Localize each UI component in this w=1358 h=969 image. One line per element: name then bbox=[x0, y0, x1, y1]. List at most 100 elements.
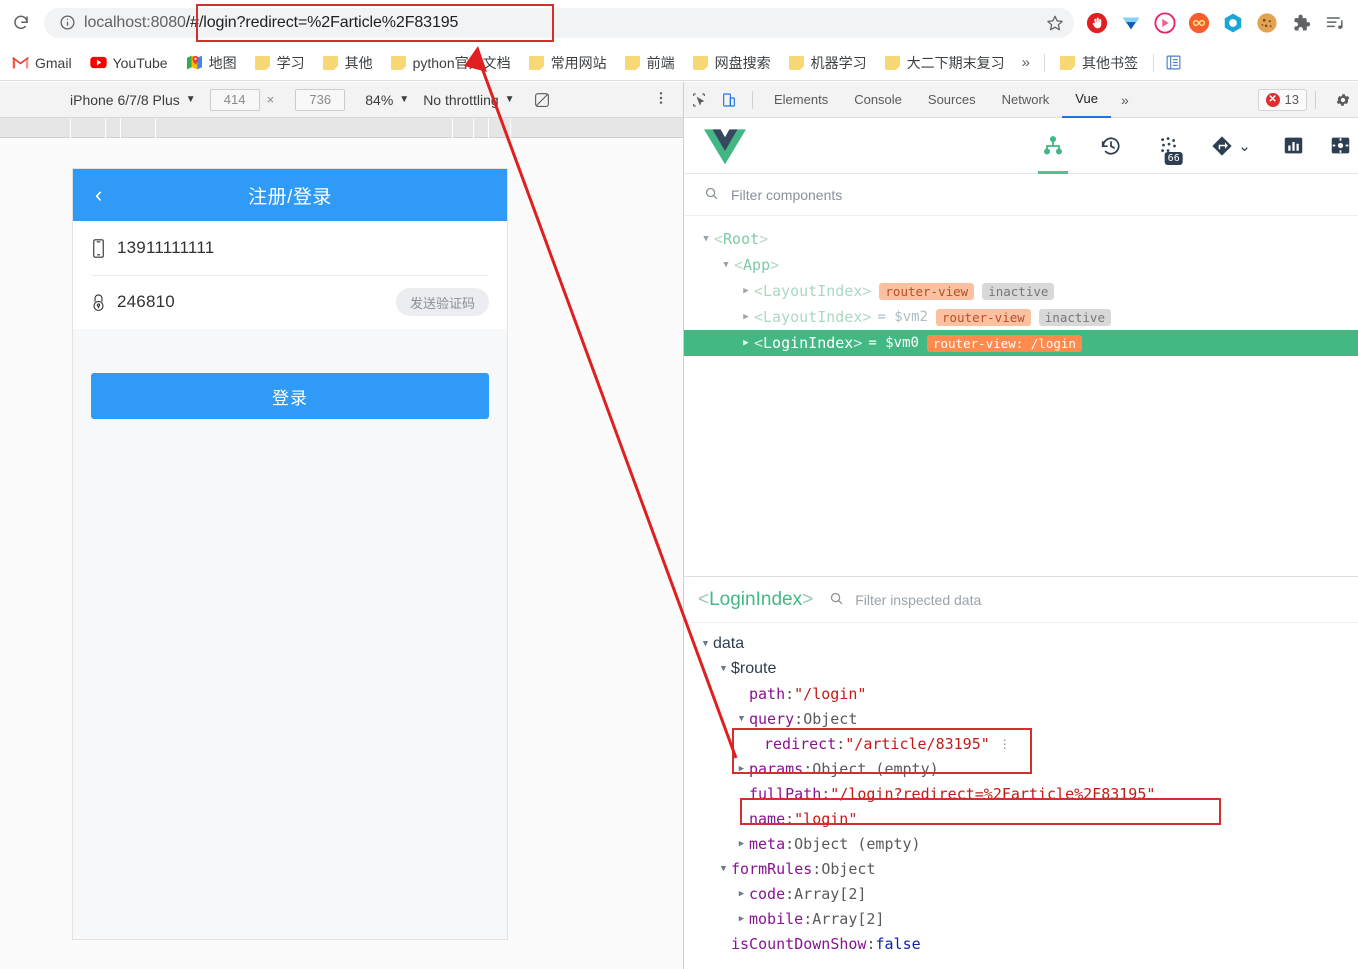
expand-arrow-icon[interactable]: ▼ bbox=[716, 864, 731, 874]
filter-components-row[interactable]: Filter components bbox=[684, 174, 1358, 216]
filter-inspected-data-input[interactable]: Filter inspected data bbox=[855, 592, 981, 608]
inspector-row-iscountdownshow[interactable]: isCountDownShow : false bbox=[684, 931, 1358, 956]
more-tabs-button[interactable]: » bbox=[1111, 92, 1139, 108]
bookmark-folder-common-sites[interactable]: 常用网站 bbox=[521, 50, 615, 76]
bookmark-folder-machine-learning[interactable]: 机器学习 bbox=[781, 50, 875, 76]
mobile-input-value[interactable]: 13911111111 bbox=[117, 238, 214, 258]
expand-arrow-icon[interactable]: ▶ bbox=[738, 312, 754, 322]
info-icon[interactable] bbox=[54, 14, 80, 31]
expand-arrow-icon[interactable]: ▶ bbox=[734, 839, 749, 849]
expand-arrow-icon[interactable]: ▶ bbox=[738, 338, 754, 348]
bookmark-folder-netdisk-search[interactable]: 网盘搜索 bbox=[685, 50, 779, 76]
events-icon[interactable]: 66 bbox=[1140, 118, 1198, 174]
tab-network[interactable]: Network bbox=[989, 82, 1063, 118]
timeline-history-icon[interactable] bbox=[1082, 118, 1140, 174]
reload-icon[interactable] bbox=[4, 6, 38, 40]
bookmark-manager-icon[interactable] bbox=[1160, 54, 1188, 71]
bookmark-folder-frontend[interactable]: 前端 bbox=[617, 50, 683, 76]
code-field-row[interactable]: 246810 发送验证码 bbox=[73, 275, 507, 329]
expand-arrow-icon[interactable]: ▶ bbox=[738, 286, 754, 296]
login-submit-button[interactable]: 登录 bbox=[91, 373, 489, 419]
inspector-row-data[interactable]: ▼ data bbox=[684, 631, 1358, 656]
page-body: 登录 bbox=[73, 357, 507, 939]
video-download-icon[interactable] bbox=[1150, 8, 1180, 38]
expand-arrow-icon[interactable]: ▶ bbox=[734, 889, 749, 899]
folder-icon bbox=[884, 55, 901, 70]
expand-arrow-icon[interactable]: ▼ bbox=[734, 714, 749, 724]
send-code-button[interactable]: 发送验证码 bbox=[395, 288, 489, 316]
components-tree-icon[interactable] bbox=[1024, 118, 1082, 174]
adblock-icon[interactable] bbox=[1082, 8, 1112, 38]
inspector-row-route[interactable]: ▼ $route bbox=[684, 656, 1358, 681]
tab-console[interactable]: Console bbox=[841, 82, 915, 118]
bookmark-folder-final-review[interactable]: 大二下期末复习 bbox=[877, 50, 1013, 76]
inspected-component-name: <LoginIndex> bbox=[698, 588, 814, 610]
expand-arrow-icon[interactable]: ▼ bbox=[718, 260, 734, 270]
tree-node-layoutindex-1[interactable]: ▶ <LayoutIndex> router-view inactive bbox=[684, 278, 1358, 304]
mobile-field-row[interactable]: 13911111111 bbox=[73, 221, 507, 275]
kebab-menu-icon[interactable]: ⋮ bbox=[999, 737, 1011, 751]
expand-arrow-icon[interactable]: ▼ bbox=[698, 639, 713, 649]
inspector-row-meta[interactable]: ▶ meta : Object (empty) bbox=[684, 831, 1358, 856]
routes-icon[interactable]: ⌄ bbox=[1198, 118, 1264, 174]
puzzle-extensions-icon[interactable] bbox=[1286, 8, 1316, 38]
inspector-row-fullpath[interactable]: fullPath : "/login?redirect=%2Farticle%2… bbox=[684, 781, 1358, 806]
inspector-row-mobile[interactable]: ▶ mobile : Array[2] bbox=[684, 906, 1358, 931]
hexagon-extension-icon[interactable] bbox=[1218, 8, 1248, 38]
tab-sources[interactable]: Sources bbox=[915, 82, 989, 118]
toggle-device-toolbar-icon[interactable] bbox=[714, 92, 744, 108]
bookmark-folder-other[interactable]: 其他 bbox=[315, 50, 381, 76]
filter-components-input[interactable]: Filter components bbox=[731, 187, 842, 203]
reading-list-icon[interactable] bbox=[1320, 8, 1350, 38]
inspect-element-icon[interactable] bbox=[684, 92, 714, 108]
inspector-row-params[interactable]: ▶ params : Object (empty) bbox=[684, 756, 1358, 781]
bookmark-star-icon[interactable] bbox=[1038, 8, 1072, 38]
inspector-row-name[interactable]: name : "login" bbox=[684, 806, 1358, 831]
bookmark-other-bookmarks[interactable]: 其他书签 bbox=[1052, 50, 1146, 76]
chevron-left-icon[interactable]: ‹ bbox=[95, 169, 102, 221]
code-input-value[interactable]: 246810 bbox=[117, 292, 175, 312]
bookmark-youtube[interactable]: YouTube bbox=[82, 50, 176, 76]
expand-arrow-icon[interactable]: ▼ bbox=[716, 664, 731, 674]
device-height-input[interactable]: 736 bbox=[295, 88, 346, 111]
diamond-extension-icon[interactable] bbox=[1116, 8, 1146, 38]
inspector-row-formrules[interactable]: ▼ formRules : Object bbox=[684, 856, 1358, 881]
bookmark-maps[interactable]: 地图 bbox=[178, 50, 245, 76]
device-width-input[interactable]: 414 bbox=[209, 88, 260, 111]
address-bar[interactable]: localhost:8080/#/login?redirect=%2Fartic… bbox=[44, 7, 1074, 38]
device-select[interactable]: iPhone 6/7/8 Plus ▼ bbox=[70, 92, 196, 108]
inspector-row-code[interactable]: ▶ code : Array[2] bbox=[684, 881, 1358, 906]
tab-vue[interactable]: Vue bbox=[1062, 82, 1111, 118]
url-text[interactable]: localhost:8080/#/login?redirect=%2Fartic… bbox=[84, 14, 458, 32]
chevron-down-icon[interactable]: ⌄ bbox=[1238, 137, 1251, 155]
filter-inspected-data-row[interactable]: Filter inspected data bbox=[829, 591, 981, 609]
throttling-select[interactable]: No throttling ▼ bbox=[423, 92, 514, 108]
bookmark-gmail[interactable]: Gmail bbox=[4, 50, 80, 76]
bookmark-folder-study[interactable]: 学习 bbox=[247, 50, 313, 76]
zoom-select[interactable]: 84% ▼ bbox=[365, 92, 409, 108]
vue-settings-icon[interactable] bbox=[1322, 118, 1358, 174]
tree-node-root[interactable]: ▼ <Root> bbox=[684, 226, 1358, 252]
bookmark-folder-python-docs[interactable]: python官方文档 bbox=[383, 50, 519, 76]
performance-icon[interactable] bbox=[1264, 118, 1322, 174]
expand-arrow-icon[interactable]: ▶ bbox=[734, 914, 749, 924]
tab-elements[interactable]: Elements bbox=[761, 82, 841, 118]
rotate-device-icon[interactable] bbox=[533, 91, 551, 109]
error-count-badge[interactable]: ✕ 13 bbox=[1257, 88, 1307, 111]
inspector-row-redirect[interactable]: redirect : "/article/83195" ⋮ bbox=[684, 731, 1358, 756]
inspector-row-query[interactable]: ▼ query : Object bbox=[684, 706, 1358, 731]
cookie-editor-icon[interactable] bbox=[1252, 8, 1282, 38]
tree-node-layoutindex-2[interactable]: ▶ <LayoutIndex> = $vm2 router-view inact… bbox=[684, 304, 1358, 330]
inspector-key: redirect bbox=[764, 734, 837, 753]
inspector-row-path[interactable]: path : "/login" bbox=[684, 681, 1358, 706]
bookmarks-overflow-button[interactable]: » bbox=[1014, 54, 1038, 71]
inspector-key: data bbox=[713, 634, 745, 652]
tree-node-tag-router-view: router-view bbox=[879, 282, 975, 300]
device-toolbar-menu-icon[interactable] bbox=[653, 90, 669, 109]
expand-arrow-icon[interactable]: ▼ bbox=[698, 234, 714, 244]
expand-arrow-icon[interactable]: ▶ bbox=[734, 764, 749, 774]
infinity-extension-icon[interactable] bbox=[1184, 8, 1214, 38]
tree-node-app[interactable]: ▼ <App> bbox=[684, 252, 1358, 278]
gear-icon[interactable] bbox=[1330, 92, 1356, 108]
tree-node-loginindex[interactable]: ▶ <LoginIndex> = $vm0 router-view: /logi… bbox=[684, 330, 1358, 356]
